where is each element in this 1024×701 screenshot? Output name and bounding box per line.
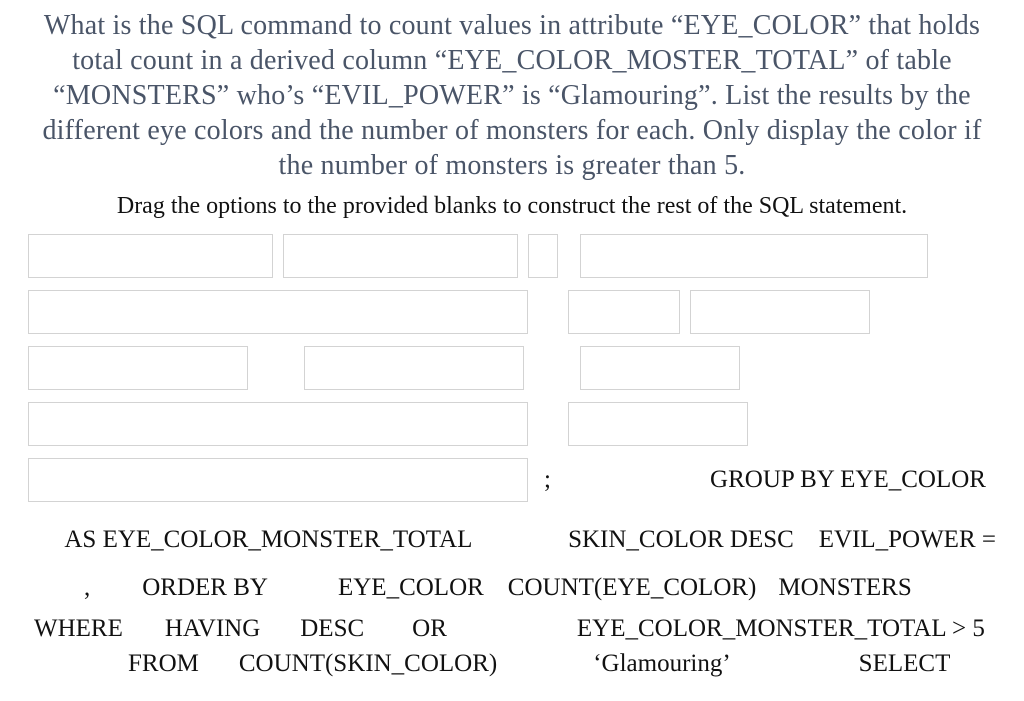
blank-1-1[interactable]	[28, 234, 273, 278]
option-skin-color-desc[interactable]: SKIN_COLOR DESC	[568, 516, 794, 564]
blank-4-1[interactable]	[28, 402, 528, 446]
blanks-area: ; GROUP BY EYE_COLOR	[28, 234, 996, 502]
option-group-by[interactable]: GROUP BY EYE_COLOR	[710, 466, 986, 494]
option-from[interactable]: FROM	[128, 640, 199, 688]
semicolon-text: ;	[544, 466, 551, 494]
option-evil-power-eq[interactable]: EVIL_POWER =	[819, 516, 996, 564]
option-where[interactable]: WHERE	[34, 611, 123, 646]
question-text: What is the SQL command to count values …	[28, 8, 996, 183]
option-select[interactable]: SELECT	[859, 640, 951, 688]
blank-3-3[interactable]	[580, 346, 740, 390]
blank-1-4[interactable]	[580, 234, 928, 278]
option-order-by[interactable]: ORDER BY	[142, 564, 268, 612]
blank-row-4	[28, 402, 996, 446]
blank-1-3[interactable]	[528, 234, 558, 278]
blank-1-2[interactable]	[283, 234, 518, 278]
instruction-text: Drag the options to the provided blanks …	[28, 193, 996, 220]
option-comma[interactable]: ,	[84, 564, 90, 612]
blank-3-2[interactable]	[304, 346, 524, 390]
option-glamouring[interactable]: ‘Glamouring’	[593, 640, 730, 688]
blank-5-1[interactable]	[28, 458, 528, 502]
blank-2-3[interactable]	[690, 290, 870, 334]
options-pool: AS EYE_COLOR_MONSTER_TOTAL SKIN_COLOR DE…	[28, 516, 996, 688]
blank-3-1[interactable]	[28, 346, 248, 390]
blank-4-2[interactable]	[568, 402, 748, 446]
option-eye-color[interactable]: EYE_COLOR	[338, 564, 484, 612]
blank-row-5: ; GROUP BY EYE_COLOR	[28, 458, 996, 502]
option-monsters[interactable]: MONSTERS	[778, 564, 911, 612]
blank-2-1[interactable]	[28, 290, 528, 334]
blank-2-2[interactable]	[568, 290, 680, 334]
blank-row-3	[28, 346, 996, 390]
blank-row-1	[28, 234, 996, 278]
option-count-skin-color[interactable]: COUNT(SKIN_COLOR)	[239, 640, 497, 688]
option-as-alias[interactable]: AS EYE_COLOR_MONSTER_TOTAL	[64, 516, 472, 564]
blank-row-2	[28, 290, 996, 334]
option-count-eye-color[interactable]: COUNT(EYE_COLOR)	[508, 564, 757, 612]
